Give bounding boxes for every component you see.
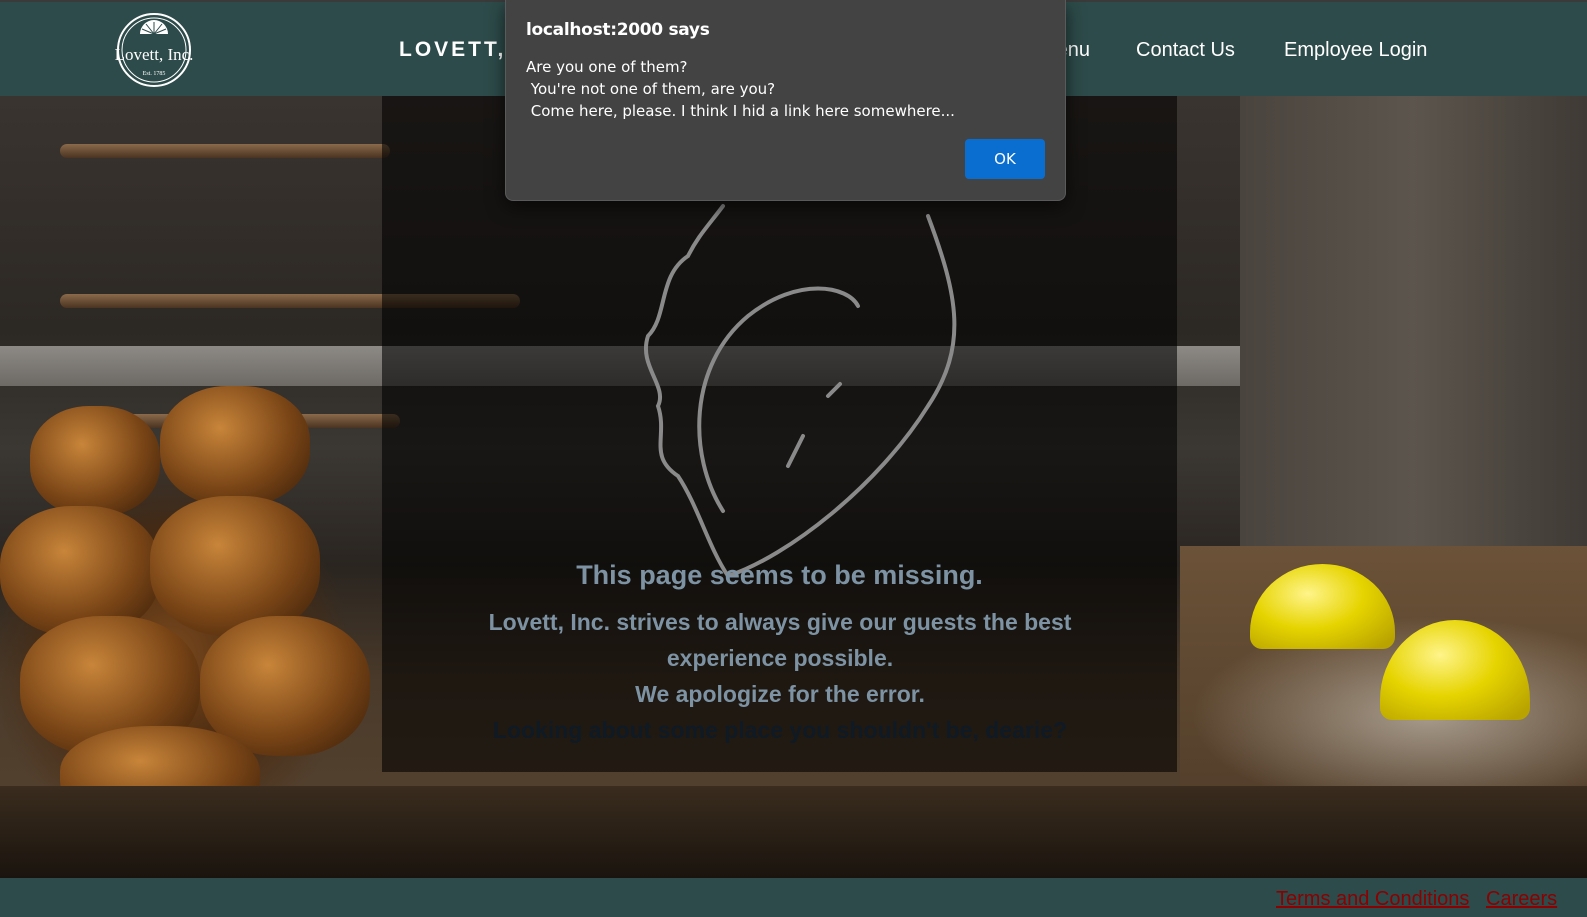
logo-text: Lovett, Inc. (115, 45, 194, 64)
ok-button[interactable]: OK (965, 139, 1045, 179)
error-line-1: Lovett, Inc. strives to always give our … (488, 609, 1072, 635)
baker-apron (1240, 96, 1587, 546)
nav-employee-login[interactable]: Employee Login (1284, 39, 1427, 62)
hero-background-image: This page seems to be missing. Lovett, I… (0, 96, 1587, 878)
pastry (30, 406, 160, 516)
hidden-hint-text: Looking about some place you shouldn't b… (492, 717, 1068, 743)
alert-dialog: localhost:2000 says Are you one of them?… (505, 0, 1066, 201)
logo-est: Est. 1785 (143, 71, 166, 77)
pastry (150, 496, 320, 636)
careers-link[interactable]: Careers (1486, 888, 1557, 911)
pastry (160, 386, 310, 506)
pie-sketch-icon (644, 204, 957, 579)
nav-contact-us[interactable]: Contact Us (1136, 39, 1235, 62)
baking-tray (0, 786, 1587, 878)
dialog-title: localhost:2000 says (526, 20, 710, 40)
dialog-message: Are you one of them? You're not one of t… (526, 58, 955, 120)
error-line-2: experience possible. (666, 645, 894, 671)
shelf (60, 144, 390, 158)
error-line-3: We apologize for the error. (635, 681, 925, 707)
error-title: This page seems to be missing. (576, 560, 983, 590)
company-logo[interactable]: Lovett, Inc. Est. 1785 (108, 12, 201, 88)
site-footer: Terms and Conditions Careers (0, 878, 1587, 917)
terms-link[interactable]: Terms and Conditions (1276, 888, 1469, 911)
